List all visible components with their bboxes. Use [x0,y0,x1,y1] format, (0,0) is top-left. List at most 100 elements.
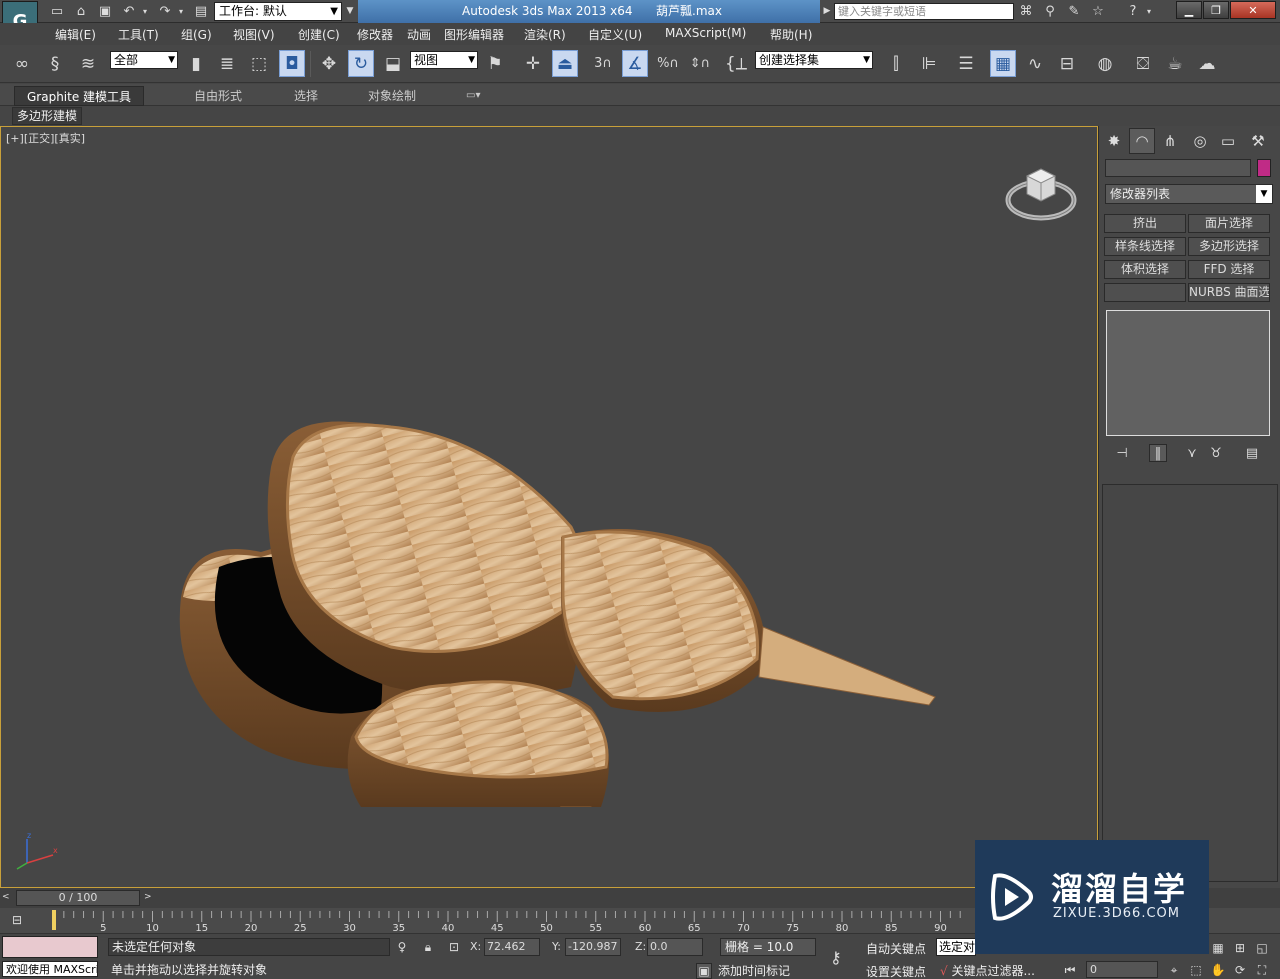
select-scale-icon[interactable]: ⬓ [380,50,406,77]
menu-group[interactable]: 组(G) [181,26,212,43]
time-slider-thumb[interactable]: 0 / 100 [16,890,140,906]
layer-manager-icon[interactable]: ☰ [953,50,979,77]
selection-filter-dropdown[interactable]: 全部 ▼ [110,51,178,69]
graphite-toggle-icon[interactable]: ▦ [990,50,1016,77]
menu-maxscript[interactable]: MAXScript(M) [665,26,746,40]
menu-create[interactable]: 创建(C) [298,26,340,43]
menu-views[interactable]: 视图(V) [233,26,275,43]
set-key-button[interactable]: 设置关键点 [866,963,926,979]
curve-editor-icon[interactable]: ∿ [1022,50,1048,77]
ladle-main[interactable] [267,421,936,712]
bind-space-warp-icon[interactable]: ≋ [75,50,101,77]
selection-lock-icon[interactable]: 🔒︎ [420,939,436,955]
ladle-front[interactable] [347,680,629,807]
redo-dropdown-icon[interactable]: ▾ [176,3,186,19]
redo-icon[interactable]: ↷ [156,3,174,19]
mirror-icon[interactable]: ⫿ [883,50,909,77]
perspective-viewport[interactable]: [+][正交][真实] z x [0,126,1098,888]
save-icon[interactable]: ▣ [96,3,114,19]
favorites-star-icon[interactable]: ☆ [1089,3,1107,20]
nurbs-surface-select-button[interactable]: NURBS 曲面选择 [1188,283,1270,302]
zoom-extents-icon[interactable]: ▦ [1210,940,1226,956]
tab-freeform[interactable]: 自由形式 [182,86,254,106]
tab-object-paint[interactable]: 对象绘制 [356,86,428,106]
menu-help[interactable]: 帮助(H) [770,26,812,43]
manipulate-icon[interactable]: ✛ [520,50,546,77]
window-crossing-icon[interactable]: ◘ [279,50,305,77]
open-file-icon[interactable]: ⌂ [72,3,90,19]
project-folder-icon[interactable]: ▤ [192,3,210,19]
render-setup-icon[interactable]: ⛋ [1130,50,1156,77]
spline-select-button[interactable]: 样条线选择 [1104,237,1186,256]
snaps-toggle-icon[interactable]: 3 ∩ [590,50,616,77]
ref-coord-dropdown[interactable]: 视图 ▼ [410,51,478,69]
configure-modifier-sets-icon[interactable]: ▤ [1243,444,1261,462]
viewport-menu-plus[interactable]: [+] [6,132,24,145]
key-icon[interactable]: ⚷ [830,948,854,967]
minimize-button[interactable]: ▁ [1176,1,1202,19]
unlink-icon[interactable]: § [42,50,68,77]
percent-snap-icon[interactable]: %∩ [655,50,681,77]
create-panel-tab[interactable]: ✸ [1101,128,1127,154]
orbit-icon[interactable]: ⟳ [1232,962,1248,978]
mini-curve-editor-icon[interactable]: ⊟ [12,913,32,929]
maxscript-mini-listener[interactable]: 欢迎使用 MAXScri [2,961,98,977]
modifier-list-dropdown[interactable]: 修改器列表 ▼ [1105,184,1273,204]
keyboard-shortcut-override-icon[interactable]: ⏏ [552,50,578,77]
empty-modifier-button[interactable] [1104,283,1186,302]
menu-customize[interactable]: 自定义(U) [588,26,642,43]
material-editor-icon[interactable]: ◍ [1092,50,1118,77]
make-unique-icon[interactable]: ⋎ [1183,444,1201,462]
auto-key-button[interactable]: 自动关键点 [866,940,926,957]
undo-icon[interactable]: ↶ [120,3,138,19]
search-input[interactable]: 键入关键字或短语 [834,3,1014,20]
display-panel-tab[interactable]: ▭ [1215,128,1241,154]
render-production-icon[interactable]: ☁ [1194,50,1220,77]
remove-modifier-icon[interactable]: ♉ [1207,444,1225,462]
add-time-tag[interactable]: 添加时间标记 [718,962,790,979]
angle-snap-icon[interactable]: ∡ [622,50,648,77]
menu-graph-editors[interactable]: 图形编辑器 [444,26,504,43]
absolute-mode-icon[interactable]: ⊡ [446,939,462,955]
viewport-view-label[interactable]: [正交] [24,132,55,145]
select-by-name-icon[interactable]: ≣ [214,50,240,77]
motion-panel-tab[interactable]: ◎ [1187,128,1213,154]
utilities-panel-tab[interactable]: ⚒ [1245,128,1271,154]
object-color-swatch[interactable] [1257,159,1271,177]
menu-tools[interactable]: 工具(T) [118,26,159,43]
close-button[interactable]: ✕ [1230,1,1276,19]
maximize-viewport-icon[interactable]: ⛶ [1254,962,1270,978]
pivot-center-icon[interactable]: ⚑ [482,50,508,77]
ribbon-options-icon[interactable]: ▭▾ [454,86,492,106]
select-move-icon[interactable]: ✥ [316,50,342,77]
menu-rendering[interactable]: 渲染(R) [524,26,566,43]
ffd-select-button[interactable]: FFD 选择 [1188,260,1270,279]
z-coord-field[interactable]: 0.0 [647,938,703,956]
gourd-ladle-models[interactable] [151,267,971,807]
current-frame-marker[interactable] [52,910,56,930]
restore-button[interactable]: ❐ [1203,1,1229,19]
zoom-extents-all-icon[interactable]: ⊞ [1232,940,1248,956]
undo-dropdown-icon[interactable]: ▾ [140,3,150,19]
qa-customize-icon[interactable]: ▼ [344,3,356,19]
time-config-icon[interactable]: ⌖ [1166,962,1182,978]
patch-select-button[interactable]: 面片选择 [1188,214,1270,233]
panel-polygon-modeling[interactable]: 多边形建模 [12,107,83,125]
help-icon[interactable]: ? [1124,3,1142,20]
select-object-icon[interactable]: ▮ [183,50,209,77]
modify-panel-tab[interactable]: ◠ [1129,128,1155,154]
schematic-view-icon[interactable]: ⊟ [1054,50,1080,77]
menu-edit[interactable]: 编辑(E) [55,26,96,43]
viewport-label[interactable]: [+][正交][真实] [6,130,85,146]
modifier-stack[interactable] [1106,310,1270,436]
spinner-snap-icon[interactable]: ⇕∩ [687,50,713,77]
x-coord-field[interactable]: 72.462 [484,938,540,956]
link-icon[interactable]: ∞ [9,50,35,77]
prev-frame-icon[interactable]: < [2,892,14,904]
search-expand-icon[interactable]: ▶ [822,3,832,19]
time-tag-icon[interactable]: ▣ [696,963,712,979]
named-selection-dropdown[interactable]: 创建选择集 ▼ [755,51,873,69]
hierarchy-panel-tab[interactable]: ⋔ [1157,128,1183,154]
pan-view-icon[interactable]: ✋ [1210,962,1226,978]
binoculars-icon[interactable]: ⌘ [1017,3,1035,20]
